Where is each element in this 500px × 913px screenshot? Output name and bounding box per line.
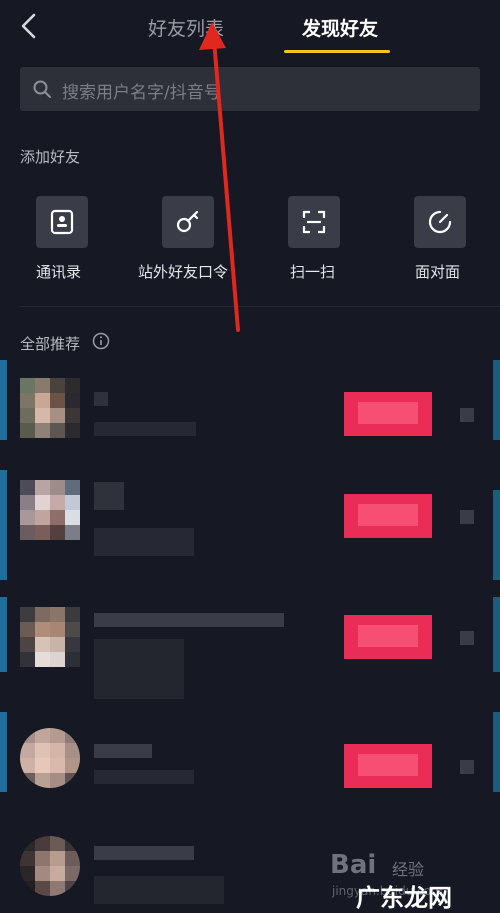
watermark-site: 广东龙网 xyxy=(356,883,452,912)
follow-button[interactable] xyxy=(344,615,432,659)
user-subtitle-pixelated xyxy=(94,876,224,904)
tab-discover-friends[interactable]: 发现好友 xyxy=(302,14,378,41)
info-icon[interactable] xyxy=(92,332,110,350)
list-item[interactable] xyxy=(0,597,500,712)
user-name-pixelated xyxy=(94,846,194,860)
tab-friend-list[interactable]: 好友列表 xyxy=(148,14,224,41)
user-subtitle-pixelated xyxy=(94,639,184,699)
add-friends-title: 添加好友 xyxy=(20,148,81,166)
avatar[interactable] xyxy=(20,728,80,788)
section-divider xyxy=(20,306,500,307)
dismiss-icon[interactable] xyxy=(460,631,474,645)
active-tab-indicator xyxy=(284,50,390,53)
avatar[interactable] xyxy=(20,836,80,896)
user-name-pixelated xyxy=(94,392,108,406)
follow-button[interactable] xyxy=(344,494,432,538)
scan-label: 扫一扫 xyxy=(290,263,336,281)
follow-button[interactable] xyxy=(344,392,432,436)
follow-button[interactable] xyxy=(344,744,432,788)
contacts-label: 通讯录 xyxy=(36,263,82,281)
dismiss-icon[interactable] xyxy=(460,408,474,422)
avatar[interactable] xyxy=(20,378,80,438)
list-item[interactable] xyxy=(0,712,500,827)
search-input[interactable]: 搜索用户名字/抖音号 xyxy=(20,67,480,111)
watermark-brand: Bai xyxy=(330,850,377,880)
scan-button[interactable] xyxy=(288,196,340,248)
contacts-button[interactable] xyxy=(36,196,88,248)
search-icon xyxy=(33,80,51,98)
user-subtitle-pixelated xyxy=(94,528,194,556)
recommendations-title: 全部推荐 xyxy=(20,335,81,353)
list-item[interactable] xyxy=(0,470,500,585)
key-icon xyxy=(176,210,199,233)
avatar[interactable] xyxy=(20,607,80,667)
user-subtitle-pixelated xyxy=(94,770,194,784)
dismiss-icon[interactable] xyxy=(460,760,474,774)
user-name-pixelated xyxy=(94,744,152,758)
watermark-brand-sub: 经验 xyxy=(392,860,425,879)
face-to-face-label: 面对面 xyxy=(415,263,461,281)
search-placeholder: 搜索用户名字/抖音号 xyxy=(62,83,221,103)
contact-card-icon xyxy=(50,209,74,235)
user-subtitle-pixelated xyxy=(94,422,196,436)
face-to-face-button[interactable] xyxy=(414,196,466,248)
external-code-label: 站外好友口令 xyxy=(138,263,229,281)
back-arrow-icon[interactable] xyxy=(14,10,46,42)
user-name-pixelated xyxy=(94,482,124,510)
watermark: Bai 经验 jingyan.baidu.com 广东龙网 xyxy=(330,840,500,912)
dismiss-icon[interactable] xyxy=(460,510,474,524)
external-code-button[interactable] xyxy=(162,196,214,248)
scan-icon xyxy=(302,210,326,234)
face-to-face-icon xyxy=(428,210,452,234)
list-item[interactable] xyxy=(0,360,500,475)
top-bar: 好友列表 发现好友 xyxy=(0,0,500,56)
avatar[interactable] xyxy=(20,480,80,540)
user-name-pixelated xyxy=(94,613,284,627)
